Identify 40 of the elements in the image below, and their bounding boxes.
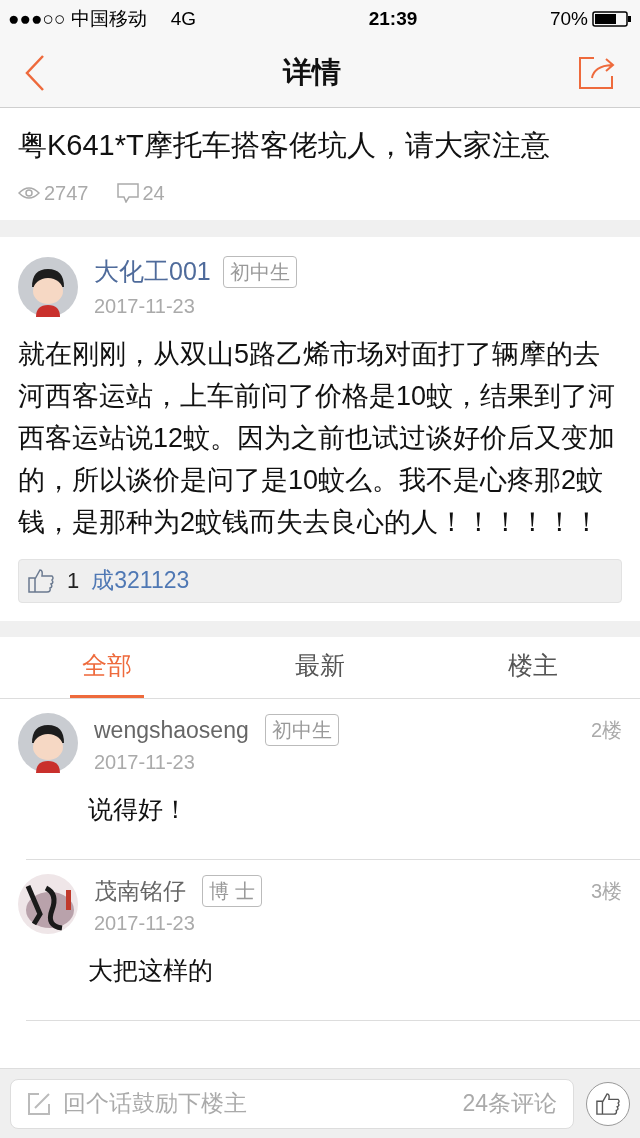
floor-number: 2楼 bbox=[590, 717, 622, 743]
back-icon[interactable] bbox=[24, 53, 46, 92]
avatar-icon bbox=[18, 256, 78, 317]
edit-icon bbox=[27, 1091, 51, 1116]
thumbs-up-icon bbox=[595, 1091, 621, 1116]
level-badge: 初中生 bbox=[264, 713, 339, 746]
time: 21:39 bbox=[367, 6, 418, 31]
level-badge: 初中生 bbox=[222, 255, 297, 288]
level-badge: 博 士 bbox=[202, 874, 262, 907]
battery-icon bbox=[592, 10, 632, 28]
comment-count: 24 bbox=[142, 181, 165, 206]
comment-date: 2017-11-23 bbox=[94, 911, 196, 936]
thumbs-up-icon[interactable] bbox=[27, 567, 55, 594]
liker-name[interactable]: 成321123 bbox=[91, 563, 190, 598]
like-button[interactable] bbox=[586, 1081, 630, 1126]
page-title: 详情 bbox=[283, 54, 341, 90]
comment-text: 大把这样的 bbox=[26, 938, 640, 1021]
tab[interactable]: 楼主 bbox=[496, 636, 571, 698]
commenter-name[interactable]: 茂南铭仔 bbox=[94, 873, 186, 908]
floor-number: 3楼 bbox=[590, 878, 622, 904]
author-name[interactable]: 大化工001 bbox=[94, 253, 211, 291]
post-title: 粤K641*T摩托车搭客佬坑人，请大家注意 bbox=[18, 128, 551, 163]
battery-level: 70% bbox=[549, 6, 588, 31]
tab[interactable]: 最新 bbox=[283, 636, 357, 698]
post-body: 就在刚刚，从双山5路乙烯市场对面打了辆摩的去河西客运站，上车前问了价格是10蚊，结果到了河西客运站说12蚊。因为之前也试过谈好价后又变加的，所以谈价是问了是10蚊么。我不是心疼那2蚊钱，是那种为2蚊钱而失去良心的人！！！！！！ bbox=[18, 337, 617, 539]
comment-date: 2017-11-23 bbox=[94, 750, 196, 775]
like-count: 1 bbox=[67, 567, 80, 595]
comment-text: 说得好！ bbox=[26, 777, 640, 860]
share-icon[interactable] bbox=[578, 55, 616, 90]
post-date: 2017-11-23 bbox=[94, 293, 196, 319]
view-count: 2747 bbox=[44, 181, 89, 206]
comment-icon bbox=[116, 183, 139, 203]
reply-placeholder: 回个话鼓励下楼主 bbox=[63, 1089, 247, 1119]
carrier: ●●●○○ 中国移动 bbox=[8, 6, 147, 31]
commenter-name[interactable]: wengshaoseng bbox=[94, 712, 249, 747]
tab[interactable]: 全部 bbox=[69, 636, 144, 698]
comment-total: 24条评论 bbox=[462, 1089, 557, 1119]
network: 4G bbox=[170, 6, 197, 31]
avatar-icon bbox=[18, 712, 78, 773]
eye-icon bbox=[18, 186, 40, 200]
